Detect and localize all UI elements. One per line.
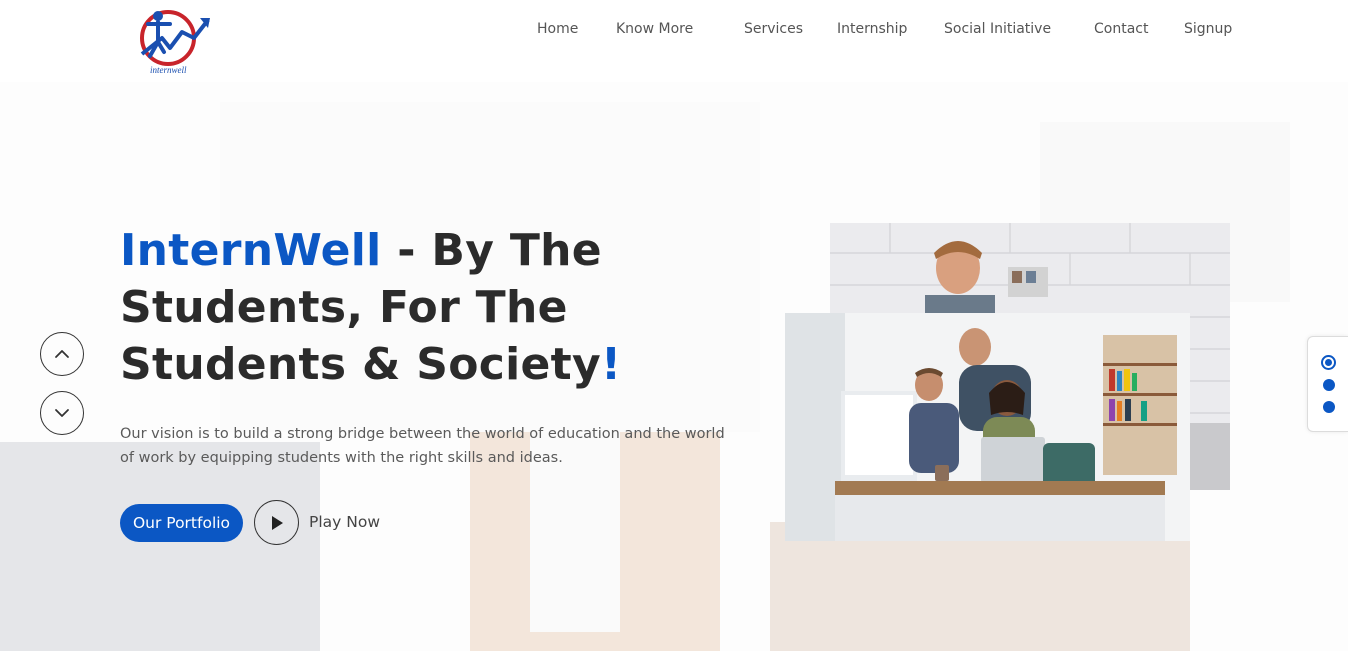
slide-down-button[interactable] [40, 391, 84, 435]
chevron-up-icon [55, 350, 69, 358]
hero-description: Our vision is to build a strong bridge b… [120, 426, 725, 466]
nav-internship[interactable]: Internship [837, 21, 907, 37]
nav-contact[interactable]: Contact [1094, 21, 1148, 37]
site-header: internwell Home Know More Services Inter… [0, 0, 1348, 82]
hero-title: InternWell - By The Students, For The St… [120, 222, 740, 393]
hero-title-line-1: - By The [381, 225, 602, 276]
logo-wordmark: internwell [150, 65, 187, 75]
play-now-label[interactable]: Play Now [309, 513, 380, 531]
our-portfolio-button[interactable]: Our Portfolio [120, 504, 243, 542]
slide-dot-3[interactable] [1323, 401, 1335, 413]
chevron-down-icon [55, 409, 69, 417]
nav-know-more[interactable]: Know More [616, 21, 693, 37]
office-photo-front-image [785, 313, 1190, 541]
play-icon [271, 515, 283, 530]
nav-services[interactable]: Services [744, 21, 803, 37]
nav-social-initiative[interactable]: Social Initiative [944, 21, 1051, 37]
slide-dot-1[interactable] [1321, 355, 1336, 370]
hero-title-line-2: Students, For The [120, 282, 568, 333]
internwell-logo[interactable]: internwell [136, 8, 214, 80]
play-button[interactable] [254, 500, 299, 545]
slide-dot-2[interactable] [1323, 379, 1335, 391]
slide-pager [1307, 336, 1348, 432]
main-nav: Home Know More Services Internship Socia… [0, 21, 1348, 41]
hero-title-brand: InternWell [120, 225, 382, 276]
nav-signup[interactable]: Signup [1184, 21, 1232, 37]
office-photo-front [785, 313, 1190, 541]
nav-home[interactable]: Home [537, 21, 578, 37]
slide-up-button[interactable] [40, 332, 84, 376]
hero-title-line-3: Students & Society [120, 339, 601, 390]
hero-title-exclamation: ! [600, 339, 622, 390]
